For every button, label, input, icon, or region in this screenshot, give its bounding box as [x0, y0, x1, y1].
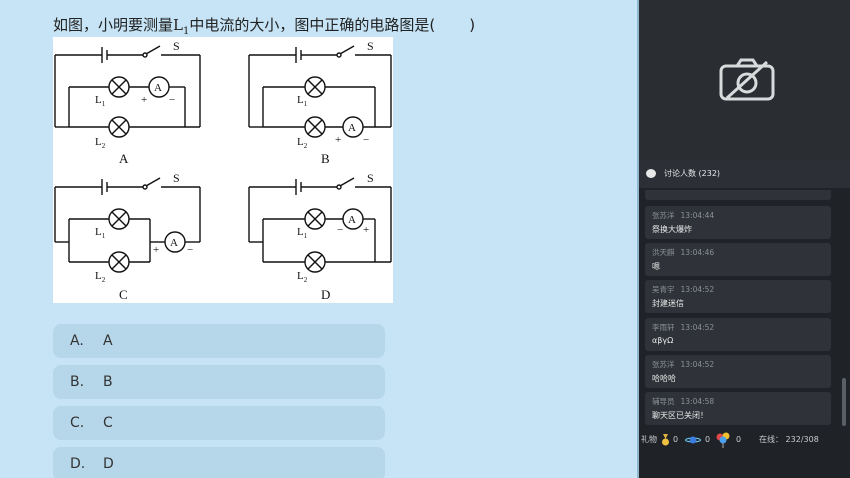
- lamp2-label-a: L2: [95, 136, 106, 150]
- gift-bar: 礼物 0 0 0 在线： 232/308: [639, 428, 850, 452]
- plus-a: +: [141, 94, 147, 106]
- option-c[interactable]: C. C: [53, 406, 385, 440]
- plus-c: +: [153, 244, 159, 256]
- lamp1-label-b: L1: [297, 94, 308, 108]
- circuit-a: [54, 45, 201, 138]
- circuit-c: [54, 177, 201, 273]
- minus-b: −: [363, 134, 369, 146]
- diagram-letter-b: B: [321, 151, 330, 166]
- planet-gift-icon[interactable]: [685, 428, 701, 452]
- list-item: 辅导员 13:04:58 聊天区已关闭！: [645, 392, 831, 425]
- chat-header: 讨论人数 (232): [639, 160, 850, 188]
- chat-scrollbar[interactable]: [842, 378, 846, 426]
- side-panel: 讨论人数 (232) 张苏洋 13:04:44 祭换大爆炸 洪天麒 13:04:46…: [639, 0, 850, 478]
- list-item: 张苏洋 13:04:52 哈哈哈: [645, 355, 831, 388]
- balloon-gift-icon[interactable]: [716, 428, 730, 452]
- diagram-letter-d: D: [321, 287, 330, 302]
- lamp2-label-c: L2: [95, 270, 106, 284]
- chat-list[interactable]: 张苏洋 13:04:44 祭换大爆炸 洪天麒 13:04:46 嗯 吴青宇 13:04…: [645, 190, 841, 430]
- minus-c: −: [187, 244, 193, 256]
- ammeter-label-c: A: [170, 237, 178, 249]
- lamp2-label-b: L2: [297, 136, 308, 150]
- ammeter-label-d: A: [348, 214, 356, 226]
- switch-label-c: S: [173, 171, 180, 185]
- ammeter-label-b: A: [348, 122, 356, 134]
- diagram-letter-c: C: [119, 287, 128, 302]
- question-text: 如图，小明要测量L1中电流的大小，图中正确的电路图是(): [53, 16, 476, 37]
- list-item-partial: [645, 190, 831, 200]
- option-d[interactable]: D. D: [53, 447, 385, 478]
- option-b[interactable]: B. B: [53, 365, 385, 399]
- list-item: 张苏洋 13:04:44 祭换大爆炸: [645, 206, 831, 239]
- online-count: 在线： 232/308: [759, 435, 819, 444]
- plus-b: +: [335, 134, 341, 146]
- plus-d: +: [363, 224, 369, 236]
- ammeter-label-a: A: [154, 82, 162, 94]
- list-item: 洪天麒 13:04:46 嗯: [645, 243, 831, 276]
- chat-bubble-icon: [646, 169, 656, 178]
- medal-gift-icon[interactable]: [661, 428, 670, 452]
- switch-label-d: S: [367, 171, 374, 185]
- lamp2-label-d: L2: [297, 270, 308, 284]
- list-item: 李雨轩 13:04:52 αβγΩ: [645, 318, 831, 351]
- video-area: [639, 0, 850, 160]
- circuit-b: [248, 45, 392, 138]
- list-item: 吴青宇 13:04:52 封建迷信: [645, 280, 831, 313]
- minus-d: −: [337, 224, 343, 236]
- lamp1-label-a: L1: [95, 94, 106, 108]
- lamp1-label-d: L1: [297, 226, 308, 240]
- circuit-d: [248, 177, 392, 273]
- option-a[interactable]: A. A: [53, 324, 385, 358]
- question-panel: 如图，小明要测量L1中电流的大小，图中正确的电路图是() S S S S A A…: [0, 0, 637, 478]
- diagram-letter-a: A: [119, 151, 129, 166]
- lamp1-label-c: L1: [95, 226, 106, 240]
- circuit-diagrams: S S S S A A A A + − + − + − − + L1 L2 L1…: [53, 37, 393, 303]
- lamp-symbol: L1: [173, 16, 190, 37]
- switch-label-b: S: [367, 39, 374, 53]
- camera-off-icon: [719, 58, 775, 106]
- chat-title: 讨论人数 (232): [664, 169, 721, 178]
- switch-label-a: S: [173, 39, 180, 53]
- minus-a: −: [169, 94, 175, 106]
